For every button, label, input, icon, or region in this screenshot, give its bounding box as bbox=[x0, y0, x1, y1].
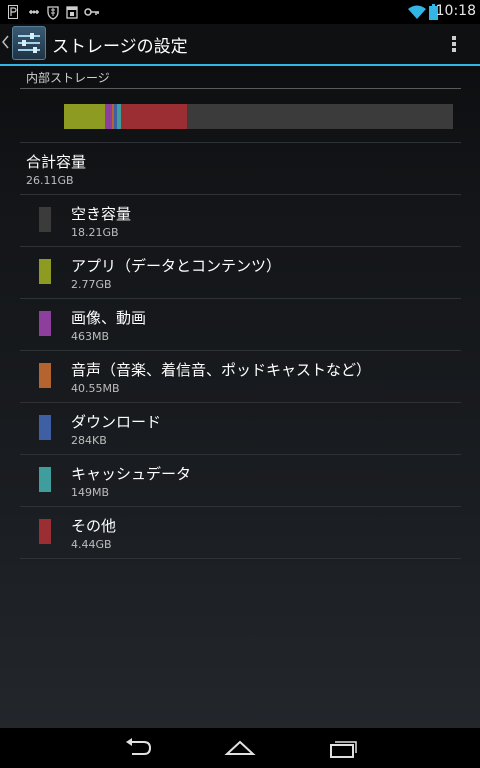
up-caret-icon[interactable] bbox=[2, 35, 9, 49]
page-title: ストレージの設定 bbox=[52, 37, 188, 57]
parking-icon bbox=[8, 5, 18, 19]
overflow-menu-icon[interactable] bbox=[446, 32, 462, 56]
storage-item-audio[interactable]: 音声（音楽、着信音、ポッドキャストなど） 40.55MB bbox=[20, 351, 461, 403]
storage-item-label: キャッシュデータ bbox=[71, 465, 192, 483]
storage-item-value: 18.21GB bbox=[71, 226, 119, 239]
storage-settings-screen: 10:18 ストレージの設定 内部ストレージ 合計容量 26.11GB 空き容量… bbox=[0, 0, 480, 768]
settings-sliders-icon[interactable] bbox=[12, 26, 46, 60]
calendar-icon bbox=[66, 6, 78, 19]
storage-item-label: 画像、動画 bbox=[71, 309, 147, 327]
home-icon[interactable] bbox=[224, 736, 256, 760]
color-swatch bbox=[39, 259, 51, 284]
color-swatch bbox=[39, 207, 51, 232]
storage-item-label: その他 bbox=[71, 517, 117, 535]
divider bbox=[20, 558, 461, 559]
storage-item-apps[interactable]: アプリ（データとコンテンツ） 2.77GB bbox=[20, 247, 461, 299]
storage-item-value: 40.55MB bbox=[71, 382, 120, 395]
color-swatch bbox=[39, 467, 51, 492]
storage-item-value: 463MB bbox=[71, 330, 110, 343]
storage-usage-bar bbox=[64, 104, 453, 129]
status-bar: 10:18 bbox=[0, 0, 480, 24]
storage-item-downloads[interactable]: ダウンロード 284KB bbox=[20, 403, 461, 455]
usage-bar-segment bbox=[105, 104, 113, 129]
color-swatch bbox=[39, 415, 51, 440]
wifi-icon bbox=[408, 5, 426, 19]
storage-item-value: 284KB bbox=[71, 434, 107, 447]
recent-apps-icon[interactable] bbox=[327, 736, 359, 760]
storage-item-label: 空き容量 bbox=[71, 205, 132, 223]
color-swatch bbox=[39, 519, 51, 544]
storage-item-value: 149MB bbox=[71, 486, 110, 499]
divider bbox=[20, 142, 461, 143]
storage-item-free-space[interactable]: 空き容量 18.21GB bbox=[20, 195, 461, 247]
section-header-internal-storage: 内部ストレージ bbox=[26, 71, 110, 85]
usage-bar-segment bbox=[64, 104, 106, 129]
shield-icon bbox=[47, 6, 59, 20]
status-time: 10:18 bbox=[435, 3, 476, 19]
back-icon[interactable] bbox=[122, 736, 154, 760]
key-icon bbox=[84, 8, 99, 16]
storage-item-label: 音声（音楽、着信音、ポッドキャストなど） bbox=[71, 361, 372, 379]
action-bar: ストレージの設定 bbox=[0, 24, 480, 66]
usb-icon bbox=[29, 10, 39, 14]
total-capacity-label: 合計容量 bbox=[26, 153, 87, 171]
storage-item-pictures-videos[interactable]: 画像、動画 463MB bbox=[20, 299, 461, 351]
total-capacity-value: 26.11GB bbox=[26, 174, 74, 187]
navigation-bar bbox=[0, 728, 480, 768]
section-divider bbox=[20, 88, 461, 89]
storage-item-value: 2.77GB bbox=[71, 278, 112, 291]
color-swatch bbox=[39, 311, 51, 336]
color-swatch bbox=[39, 363, 51, 388]
storage-item-label: ダウンロード bbox=[71, 413, 162, 431]
storage-item-label: アプリ（データとコンテンツ） bbox=[71, 257, 282, 275]
storage-item-cached-data[interactable]: キャッシュデータ 149MB bbox=[20, 455, 461, 507]
storage-item-misc[interactable]: その他 4.44GB bbox=[20, 507, 461, 559]
usage-bar-segment bbox=[121, 104, 188, 129]
storage-item-value: 4.44GB bbox=[71, 538, 112, 551]
